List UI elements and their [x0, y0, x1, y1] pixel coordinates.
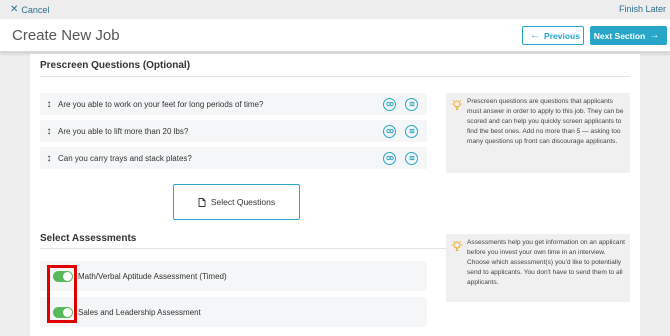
arrow-right-icon: →	[649, 30, 660, 41]
assessment-label: Math/Verbal Aptitude Assessment (Timed)	[78, 271, 227, 281]
prescreen-tip: Prescreen questions are questions that a…	[446, 93, 630, 173]
close-icon: ✕	[10, 4, 19, 15]
select-questions-button[interactable]: Select Questions	[173, 184, 300, 220]
question-text: Are you able to work on your feet for lo…	[58, 99, 264, 109]
drag-handle-icon[interactable]: ↕	[42, 126, 56, 137]
assessments-section-title: Select Assessments	[40, 233, 137, 244]
assessment-row: Math/Verbal Aptitude Assessment (Timed)	[40, 261, 427, 291]
question-text: Are you able to lift more than 20 lbs?	[58, 126, 189, 136]
drag-handle-icon[interactable]: ↕	[42, 99, 56, 110]
section-divider	[40, 76, 630, 77]
question-row[interactable]: ↕ Are you able to lift more than 20 lbs?	[40, 120, 427, 142]
question-row[interactable]: ↕ Are you able to work on your feet for …	[40, 93, 427, 115]
finish-later-link[interactable]: Finish Later	[619, 4, 666, 14]
page-title: Create New Job	[12, 27, 120, 44]
scoring-icon[interactable]	[383, 124, 396, 138]
next-section-button[interactable]: Next Section →	[590, 26, 667, 45]
list-options-icon[interactable]	[405, 97, 418, 111]
cancel-label: Cancel	[21, 4, 50, 15]
arrow-left-icon: ←	[530, 30, 541, 41]
previous-button[interactable]: ← Previous	[522, 26, 584, 45]
assessment-toggle[interactable]	[53, 270, 73, 282]
next-section-label: Next Section	[593, 30, 646, 41]
assessments-tip: Assessments help you get information on …	[446, 234, 630, 302]
lightbulb-icon	[451, 240, 463, 251]
page-header: Create New Job ← Previous Next Section →	[0, 19, 670, 52]
drag-handle-icon[interactable]: ↕	[42, 153, 56, 164]
previous-label: Previous	[544, 30, 580, 41]
assessment-row: Sales and Leadership Assessment	[40, 297, 427, 327]
scoring-icon[interactable]	[383, 97, 396, 111]
question-text: Can you carry trays and stack plates?	[58, 153, 192, 163]
prescreen-tip-text: Prescreen questions are questions that a…	[467, 98, 624, 145]
select-questions-label: Select Questions	[210, 197, 276, 207]
assessments-tip-text: Assessments help you get information on …	[467, 239, 625, 286]
question-row[interactable]: ↕ Can you carry trays and stack plates?	[40, 147, 427, 169]
cancel-link[interactable]: ✕ Cancel	[10, 4, 49, 15]
list-options-icon[interactable]	[405, 151, 418, 165]
list-options-icon[interactable]	[405, 124, 418, 138]
scoring-icon[interactable]	[383, 151, 396, 165]
document-icon	[198, 197, 206, 207]
assessment-label: Sales and Leadership Assessment	[78, 307, 201, 317]
assessment-toggle[interactable]	[53, 306, 73, 318]
top-bar: ✕ Cancel Finish Later	[0, 0, 670, 19]
prescreen-section-title: Prescreen Questions (Optional)	[40, 60, 191, 71]
lightbulb-icon	[451, 99, 463, 110]
